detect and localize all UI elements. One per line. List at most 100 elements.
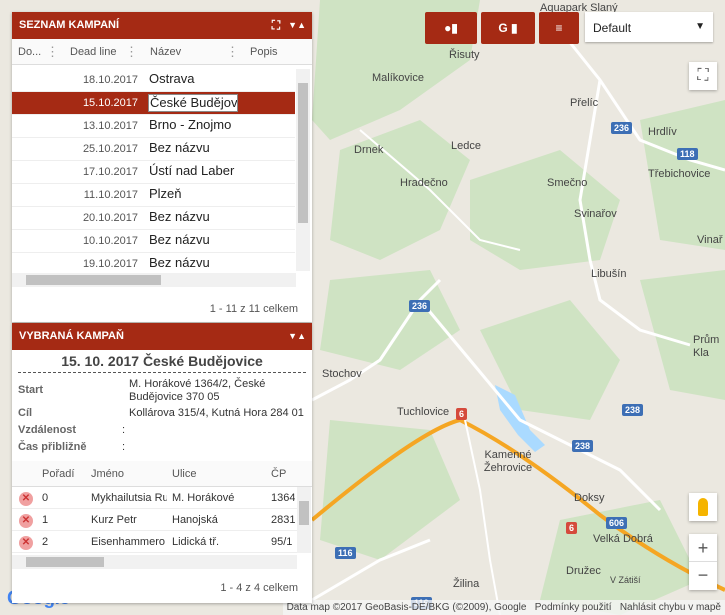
map-label-prelic: Přelíc [570, 97, 599, 109]
street-view-button[interactable] [689, 493, 717, 521]
table-row[interactable]: 10.10.2017 Bez názvu [12, 230, 295, 253]
road-shield: 116 [335, 547, 356, 559]
row-name: České Budějov [148, 94, 238, 112]
value-time: : [122, 441, 126, 453]
waypoint-table-header: Pořadí Jméno Ulice ČP [12, 461, 312, 487]
cell-order: 1 [42, 514, 49, 526]
col-deadline[interactable]: Dead line [70, 46, 116, 58]
zoom-in-button[interactable]: + [689, 534, 717, 562]
fullscreen-button[interactable]: ⛶ [689, 62, 717, 90]
map-label-velka-dobra: Velká Dobrá [593, 533, 653, 545]
g-car-button[interactable]: G ▮ [481, 12, 535, 44]
table-row[interactable]: ✕ 0 Mykhailutsia Ru M. Horákové 1364 [12, 487, 297, 509]
col-street[interactable]: Ulice [172, 468, 196, 480]
row-name: Bez názvu [148, 255, 238, 271]
road-shield: 238 [622, 404, 644, 416]
remove-icon[interactable]: ✕ [19, 536, 33, 550]
cell-order: 0 [42, 492, 49, 504]
style-select-value: Default [593, 21, 632, 35]
col-order[interactable]: Pořadí [42, 468, 74, 480]
map-label-stochov: Stochov [322, 368, 362, 380]
car-icon: ▮ [511, 21, 518, 35]
remove-icon[interactable]: ✕ [19, 492, 33, 506]
map-label-zilina: Žilina [453, 578, 480, 590]
row-name: Bez názvu [148, 232, 238, 250]
expand-icon[interactable]: ⛶ [272, 12, 280, 39]
pegman-icon [698, 498, 708, 516]
car-icon: ●▮ [444, 21, 458, 35]
selected-campaign-header: VYBRANÁ KAMPAŇ ▼▲ [12, 323, 312, 350]
car-mode-button[interactable]: ●▮ [425, 12, 477, 44]
map-label-trebichovice: Třebichovice [648, 168, 711, 180]
campaign-table-header: Do... ⋮ Dead line ⋮ Název ⋮ Popis [12, 39, 312, 65]
horizontal-scrollbar[interactable] [12, 555, 297, 569]
label-time: Čas přibližně [18, 441, 87, 453]
map-label-prum: Prům Kla [693, 334, 720, 359]
col-cp[interactable]: ČP [271, 468, 286, 480]
report-error-link[interactable]: Nahlásit chybu v mapě [620, 602, 721, 613]
scroll-thumb[interactable] [298, 83, 308, 223]
list-button[interactable]: ≡ [539, 12, 579, 44]
vertical-scrollbar[interactable] [296, 69, 310, 271]
value-start: M. Horákové 1364/2, České Budějovice 370… [129, 378, 266, 403]
row-name: Bez názvu [148, 209, 238, 227]
table-row[interactable]: 25.10.2017 Bez názvu [12, 138, 295, 161]
remove-icon[interactable]: ✕ [19, 514, 33, 528]
horizontal-scrollbar[interactable] [12, 273, 296, 287]
cell-street: Hanojská [172, 514, 218, 526]
col-desc[interactable]: Popis [250, 46, 278, 58]
row-date: 18.10.2017 [82, 74, 138, 86]
scroll-thumb[interactable] [26, 557, 104, 567]
column-menu-icon[interactable]: ⋮ [125, 45, 138, 58]
scroll-thumb[interactable] [299, 501, 309, 525]
row-date: 20.10.2017 [82, 212, 138, 224]
table-row[interactable]: 18.10.2017 Ostrava [12, 69, 295, 92]
terms-link[interactable]: Podmínky použití [535, 602, 612, 613]
cell-order: 2 [42, 536, 49, 548]
row-name: Ostrava [148, 71, 238, 89]
collapse-icon[interactable]: ▼▲ [288, 12, 306, 39]
cell-name: Mykhailutsia Ru [91, 492, 167, 504]
map-label-risuty: Řisuty [449, 49, 480, 61]
value-cil: Kollárova 315/4, Kutná Hora 284 01 [129, 407, 304, 419]
table-row[interactable]: 13.10.2017 Brno - Znojmo [12, 115, 295, 138]
row-date: 15.10.2017 [82, 97, 138, 109]
vertical-scrollbar[interactable] [297, 487, 311, 553]
map-label-v-zatisi: V Zátiší [610, 575, 641, 585]
col-do[interactable]: Do... [18, 46, 41, 58]
table-row[interactable]: ✕ 1 Kurz Petr Hanojská 2831 [12, 509, 297, 531]
row-date: 25.10.2017 [82, 143, 138, 155]
col-name[interactable]: Jméno [91, 468, 124, 480]
table-row[interactable]: 20.10.2017 Bez názvu [12, 207, 295, 230]
collapse-icon[interactable]: ▼▲ [288, 323, 306, 350]
road-shield: 238 [572, 440, 594, 452]
label-cil: Cíl [18, 407, 33, 419]
style-select[interactable]: Default ▼ [585, 12, 713, 42]
row-date: 11.10.2017 [83, 189, 138, 201]
map-label-smecno: Smečno [547, 177, 588, 189]
table-row[interactable]: 11.10.2017 Plzeň [12, 184, 295, 207]
scroll-thumb[interactable] [26, 275, 161, 285]
table-row-selected[interactable]: 15.10.2017 České Budějov [12, 92, 295, 115]
row-name: Plzeň [148, 186, 238, 204]
column-menu-icon[interactable]: ⋮ [46, 45, 59, 58]
campaign-heading: 15. 10. 2017 České Budějovice [61, 353, 263, 369]
campaign-list-header: SEZNAM KAMPANÍ ⛶ ▼▲ [12, 12, 312, 39]
map-label-druzec: Družec [566, 565, 601, 577]
zoom-out-button[interactable]: − [689, 562, 717, 590]
table-row[interactable]: 19.10.2017 Bez názvu [12, 253, 295, 271]
row-date: 17.10.2017 [82, 166, 138, 178]
col-name[interactable]: Název [150, 46, 181, 58]
table-row[interactable]: ✕ 2 Eisenhammero Lidická tř. 95/1 [12, 531, 297, 553]
table-row[interactable]: 17.10.2017 Ústí nad Laber [12, 161, 295, 184]
road-shield: 118 [677, 148, 698, 160]
map-label-libusin: Libušín [591, 268, 627, 280]
panel-title: VYBRANÁ KAMPAŇ [19, 330, 124, 342]
panel-title: SEZNAM KAMPANÍ [19, 19, 120, 31]
campaign-list-panel: SEZNAM KAMPANÍ ⛶ ▼▲ Do... ⋮ Dead line ⋮ … [12, 12, 312, 322]
list-icon: ≡ [555, 21, 563, 35]
map-label-hrdliv: Hrdlív [648, 126, 677, 138]
cell-name: Kurz Petr [91, 514, 137, 526]
column-menu-icon[interactable]: ⋮ [226, 45, 239, 58]
map-label-ledce: Ledce [451, 140, 481, 152]
